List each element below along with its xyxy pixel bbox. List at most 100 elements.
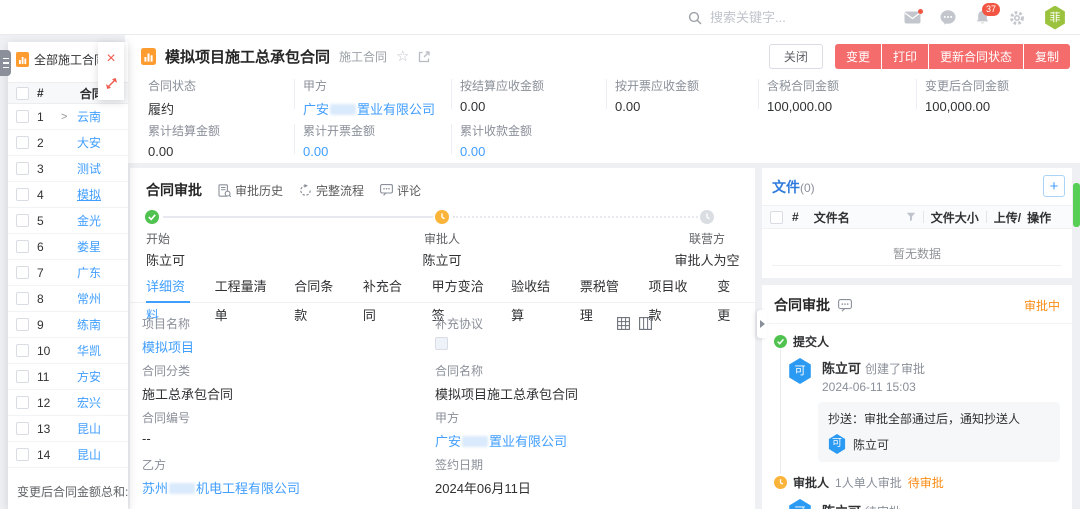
row-checkbox[interactable] [16,266,29,279]
contract-link[interactable]: 常州 [77,290,101,307]
field-value: 0.00 [460,99,615,114]
tab[interactable]: 补充合同 [363,272,407,303]
table-row[interactable]: 14昆山 [8,442,128,468]
panel-collapse-handle[interactable] [0,50,11,76]
field-value[interactable]: 广安置业有限公司 [435,431,743,450]
comment-icon[interactable] [838,299,852,312]
field-value[interactable]: 广安置业有限公司 [303,99,460,118]
tab-bar: 详细资料工程量清单合同条款补充合同甲方变洽签验收结算票税管理项目收款变更 [130,272,755,303]
row-checkbox[interactable] [16,240,29,253]
cc-note: 抄送：审批全部通过后，通知抄送人 [828,410,1050,427]
user-avatar: 可 [788,358,812,384]
column-view-icon[interactable] [639,317,652,330]
global-search[interactable] [688,0,840,35]
checkbox[interactable] [435,337,448,350]
table-row[interactable]: 5金光 [8,208,128,234]
table-row[interactable]: 13昆山 [8,416,128,442]
contract-link[interactable]: 练南 [77,316,101,333]
table-row[interactable]: 9练南 [8,312,128,338]
table-row[interactable]: 12宏兴 [8,390,128,416]
contract-link[interactable]: 广东 [77,264,101,281]
tab[interactable]: 详细资料 [146,272,190,303]
table-row[interactable]: 3测试 [8,156,128,182]
table-row[interactable]: 6娄星 [8,234,128,260]
gear-icon[interactable] [1009,10,1025,26]
contract-link[interactable]: 华凯 [77,342,101,359]
search-input[interactable] [710,10,840,25]
avatar[interactable]: 菲 [1044,6,1066,30]
external-link-icon[interactable] [418,51,430,63]
expand-icon[interactable] [105,77,118,90]
tab[interactable]: 验收结算 [511,272,555,303]
row-checkbox[interactable] [16,162,29,175]
field-label: 合同编号 [142,409,435,426]
contract-link[interactable]: 昆山 [77,446,101,463]
field-label: 含税合同金额 [767,77,925,94]
bell-icon[interactable]: 37 [975,10,990,26]
row-checkbox[interactable] [16,292,29,305]
tab[interactable]: 工程量清单 [215,272,270,303]
tab[interactable]: 合同条款 [294,272,338,303]
detail-field: 补充协议 [435,315,743,362]
add-file-button[interactable]: + [1043,175,1065,197]
action-button[interactable]: 变更 [835,44,881,69]
contract-link[interactable]: 金光 [77,212,101,229]
contract-link[interactable]: 大安 [77,134,101,151]
row-checkbox[interactable] [16,214,29,227]
cc-note-box: 抄送：审批全部通过后，通知抄送人 可 陈立可 [818,402,1060,462]
row-checkbox[interactable] [16,396,29,409]
contract-link[interactable]: 昆山 [77,420,101,437]
table-row[interactable]: 1>云南 [8,104,128,130]
field-value[interactable]: 模拟项目 [142,337,435,356]
mail-icon[interactable] [904,11,921,24]
approval-history-button[interactable]: 审批历史 [218,182,283,199]
contract-link[interactable]: 娄星 [77,238,101,255]
field-label: 累计开票金额 [303,122,460,139]
row-checkbox[interactable] [16,370,29,383]
row-checkbox[interactable] [16,422,29,435]
row-checkbox[interactable] [16,344,29,357]
comment-button[interactable]: 评论 [380,182,421,199]
table-row[interactable]: 4模拟 [8,182,128,208]
field-value[interactable]: 苏州机电工程有限公司 [142,478,435,497]
contract-link[interactable]: 方安 [77,368,101,385]
table-row[interactable]: 2大安 [8,130,128,156]
field-value: -- [142,431,435,446]
contract-link[interactable]: 测试 [77,160,101,177]
contract-link[interactable]: 模拟 [77,186,101,203]
table-row[interactable]: 10华凯 [8,338,128,364]
table-row[interactable]: 7广东 [8,260,128,286]
row-checkbox[interactable] [16,448,29,461]
row-checkbox[interactable] [16,110,29,123]
contract-link[interactable]: 云南 [77,108,101,125]
files-title[interactable]: 文件 [772,177,800,197]
scrollbar-thumb[interactable] [1073,183,1080,227]
field-value[interactable]: 0.00 [303,144,460,159]
step-pending-icon [435,210,449,224]
summary-field: 按结算应收金额0.00 [460,77,615,118]
tab[interactable]: 票税管理 [580,272,624,303]
files-count: (0) [800,181,815,195]
close-icon[interactable]: × [106,52,115,66]
tab[interactable]: 变更 [717,272,739,303]
contract-link[interactable]: 宏兴 [77,394,101,411]
chat-icon[interactable] [940,10,956,25]
action-button[interactable]: 更新合同状态 [929,44,1023,69]
close-button[interactable]: 关闭 [769,44,823,69]
tab[interactable]: 项目收款 [649,272,693,303]
table-row[interactable]: 8常州 [8,286,128,312]
table-view-icon[interactable] [617,317,630,330]
tab[interactable]: 甲方变洽签 [432,272,487,303]
table-row[interactable]: 11方安 [8,364,128,390]
field-value[interactable]: 0.00 [460,144,1080,159]
row-checkbox[interactable] [16,188,29,201]
full-flow-button[interactable]: 完整流程 [299,182,364,199]
files-select-all-checkbox[interactable] [770,211,783,224]
action-button[interactable]: 复制 [1024,44,1070,69]
select-all-checkbox[interactable] [16,87,29,100]
row-checkbox[interactable] [16,136,29,149]
row-checkbox[interactable] [16,318,29,331]
star-icon[interactable]: ☆ [396,49,409,64]
filter-icon[interactable] [906,212,916,222]
action-button[interactable]: 打印 [882,44,928,69]
